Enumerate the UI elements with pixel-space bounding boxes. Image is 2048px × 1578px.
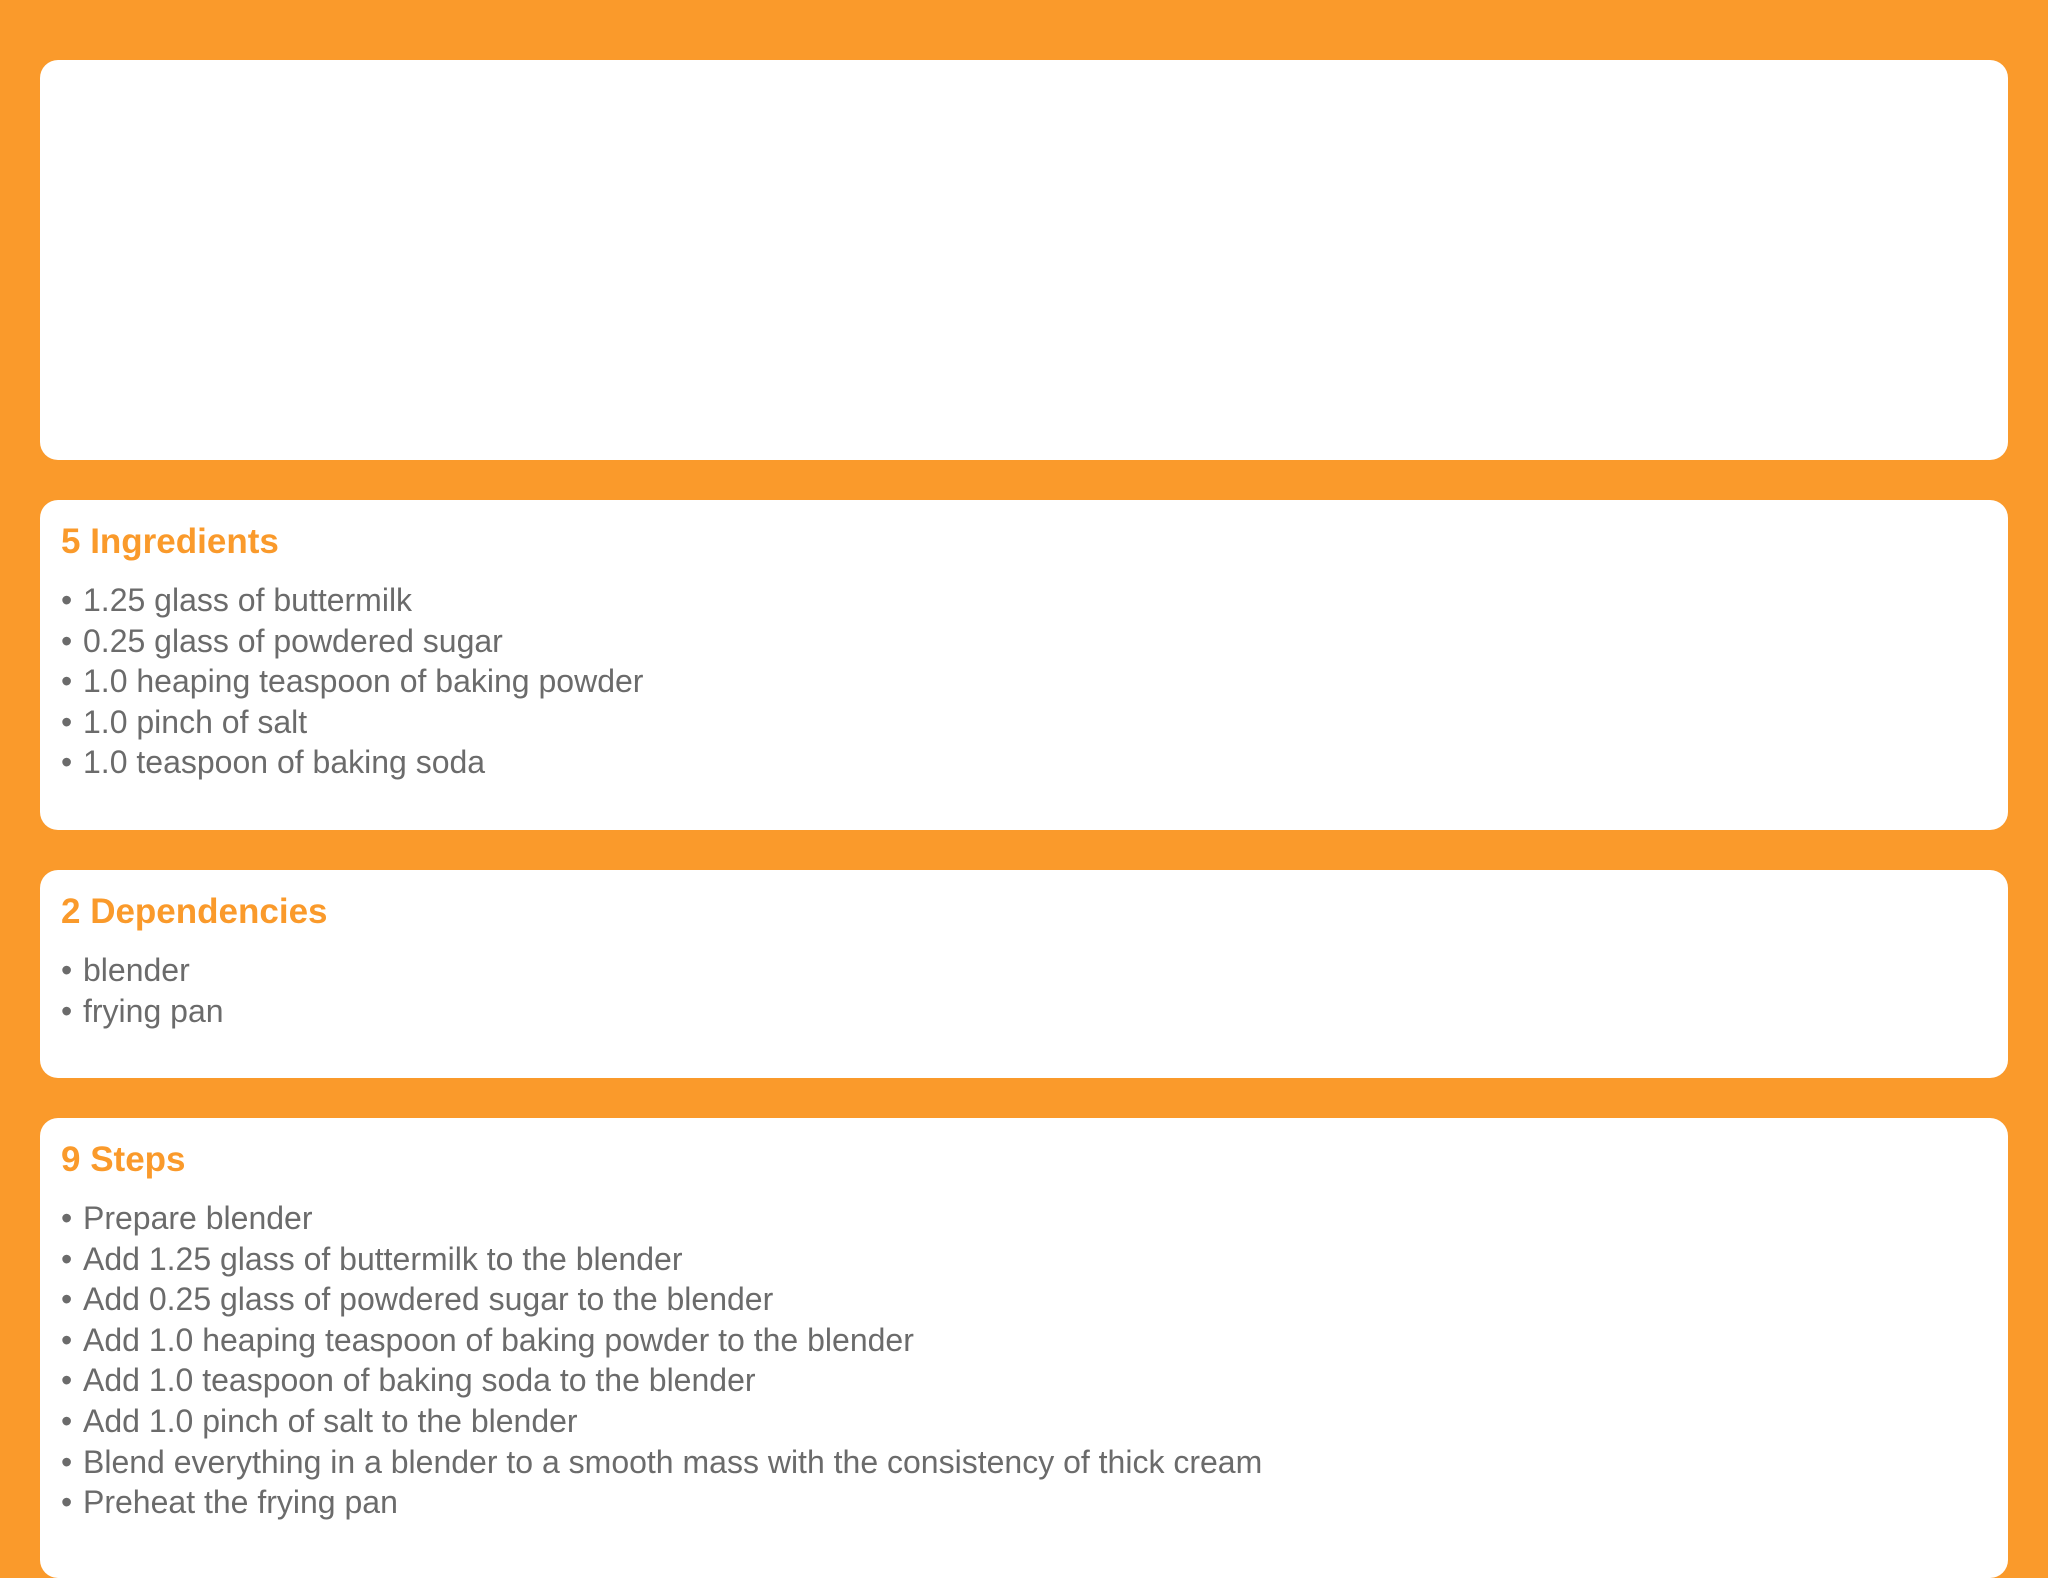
- step-item-text: Add 1.0 teaspoon of baking soda to the b…: [83, 1362, 756, 1399]
- bullet-icon: •: [61, 703, 73, 740]
- ingredient-item-text: 1.25 glass of buttermilk: [83, 582, 413, 618]
- bullet-icon: •: [61, 1321, 73, 1358]
- step-item-text: Prepare blender: [83, 1200, 313, 1236]
- dependency-item: • frying pan: [61, 991, 1987, 1032]
- dependency-item-text: frying pan: [83, 992, 224, 1029]
- ingredient-item-text: 1.0 teaspoon of baking soda: [83, 744, 486, 781]
- ingredients-card: 5 Ingredients • 1.25 glass of buttermilk •…: [40, 500, 2008, 830]
- bullet-icon: •: [61, 1240, 73, 1277]
- step-item-text: Preheat the frying pan: [83, 1484, 398, 1521]
- step-item-text: Add 1.25 glass of buttermilk to the blen…: [83, 1240, 683, 1277]
- bullet-icon: •: [61, 622, 73, 659]
- dependency-item: • blender: [61, 950, 1987, 991]
- bullet-icon: •: [61, 1362, 73, 1399]
- step-item: • Add 0.25 glass of powdered sugar to the…: [61, 1279, 1987, 1320]
- step-item-text: Blend everything in a blender to a smoot…: [83, 1443, 1263, 1480]
- ingredient-item-text: 1.0 pinch of salt: [83, 703, 308, 740]
- bullet-icon: •: [61, 952, 73, 988]
- step-item: • Blend everything in a blender to a smoo…: [61, 1442, 1987, 1483]
- bullet-icon: •: [61, 1402, 73, 1439]
- bullet-icon: •: [61, 1281, 73, 1318]
- bullet-icon: •: [61, 1200, 73, 1236]
- ingredient-item: • 1.0 heaping teaspoon of baking powder: [61, 661, 1987, 702]
- step-item: • Add 1.25 glass of buttermilk to the ble…: [61, 1239, 1987, 1280]
- step-item-text: Add 0.25 glass of powdered sugar to the …: [83, 1281, 774, 1318]
- dependencies-card: 2 Dependencies • blender • frying pan: [40, 870, 2008, 1078]
- ingredient-item: • 1.25 glass of buttermilk: [61, 580, 1987, 621]
- steps-list: • Prepare blender • Add 1.25 glass of butte…: [61, 1198, 1987, 1523]
- ingredients-title: 5 Ingredients: [61, 522, 279, 561]
- dependencies-list: • blender • frying pan: [61, 950, 1987, 1031]
- step-item-text: Add 1.0 pinch of salt to the blender: [83, 1402, 578, 1439]
- bullet-icon: •: [61, 992, 73, 1029]
- dependencies-section: 2 Dependencies • blender • frying pan: [40, 870, 2008, 1031]
- ingredient-item: • 0.25 glass of powdered sugar: [61, 621, 1987, 662]
- bullet-icon: •: [61, 1484, 73, 1521]
- step-item: • Add 1.0 pinch of salt to the blender: [61, 1401, 1987, 1442]
- bullet-icon: •: [61, 663, 73, 700]
- step-item: • Add 1.0 teaspoon of baking soda to the …: [61, 1360, 1987, 1401]
- steps-title: 9 Steps: [61, 1140, 186, 1179]
- steps-section: 9 Steps • Prepare blender • Add 1.25 glass …: [40, 1118, 2008, 1523]
- ingredient-item-text: 1.0 heaping teaspoon of baking powder: [83, 663, 644, 700]
- step-item: • Prepare blender: [61, 1198, 1987, 1239]
- ingredient-item-text: 0.25 glass of powdered sugar: [83, 622, 503, 659]
- step-item: • Add 1.0 heaping teaspoon of baking powd…: [61, 1320, 1987, 1361]
- bullet-icon: •: [61, 1443, 73, 1480]
- recipe-image-card: [40, 60, 2008, 460]
- steps-card: 9 Steps • Prepare blender • Add 1.25 glass …: [40, 1118, 2008, 1578]
- ingredient-item: • 1.0 teaspoon of baking soda: [61, 742, 1987, 783]
- dependency-item-text: blender: [83, 952, 190, 988]
- ingredient-item: • 1.0 pinch of salt: [61, 702, 1987, 743]
- dependencies-title: 2 Dependencies: [61, 892, 328, 931]
- ingredients-list: • 1.25 glass of buttermilk • 0.25 glass of …: [61, 580, 1987, 783]
- step-item-text: Add 1.0 heaping teaspoon of baking powde…: [83, 1321, 914, 1358]
- step-item: • Preheat the frying pan: [61, 1482, 1987, 1523]
- bullet-icon: •: [61, 582, 73, 618]
- ingredients-section: 5 Ingredients • 1.25 glass of buttermilk •…: [40, 500, 2008, 783]
- bullet-icon: •: [61, 744, 73, 781]
